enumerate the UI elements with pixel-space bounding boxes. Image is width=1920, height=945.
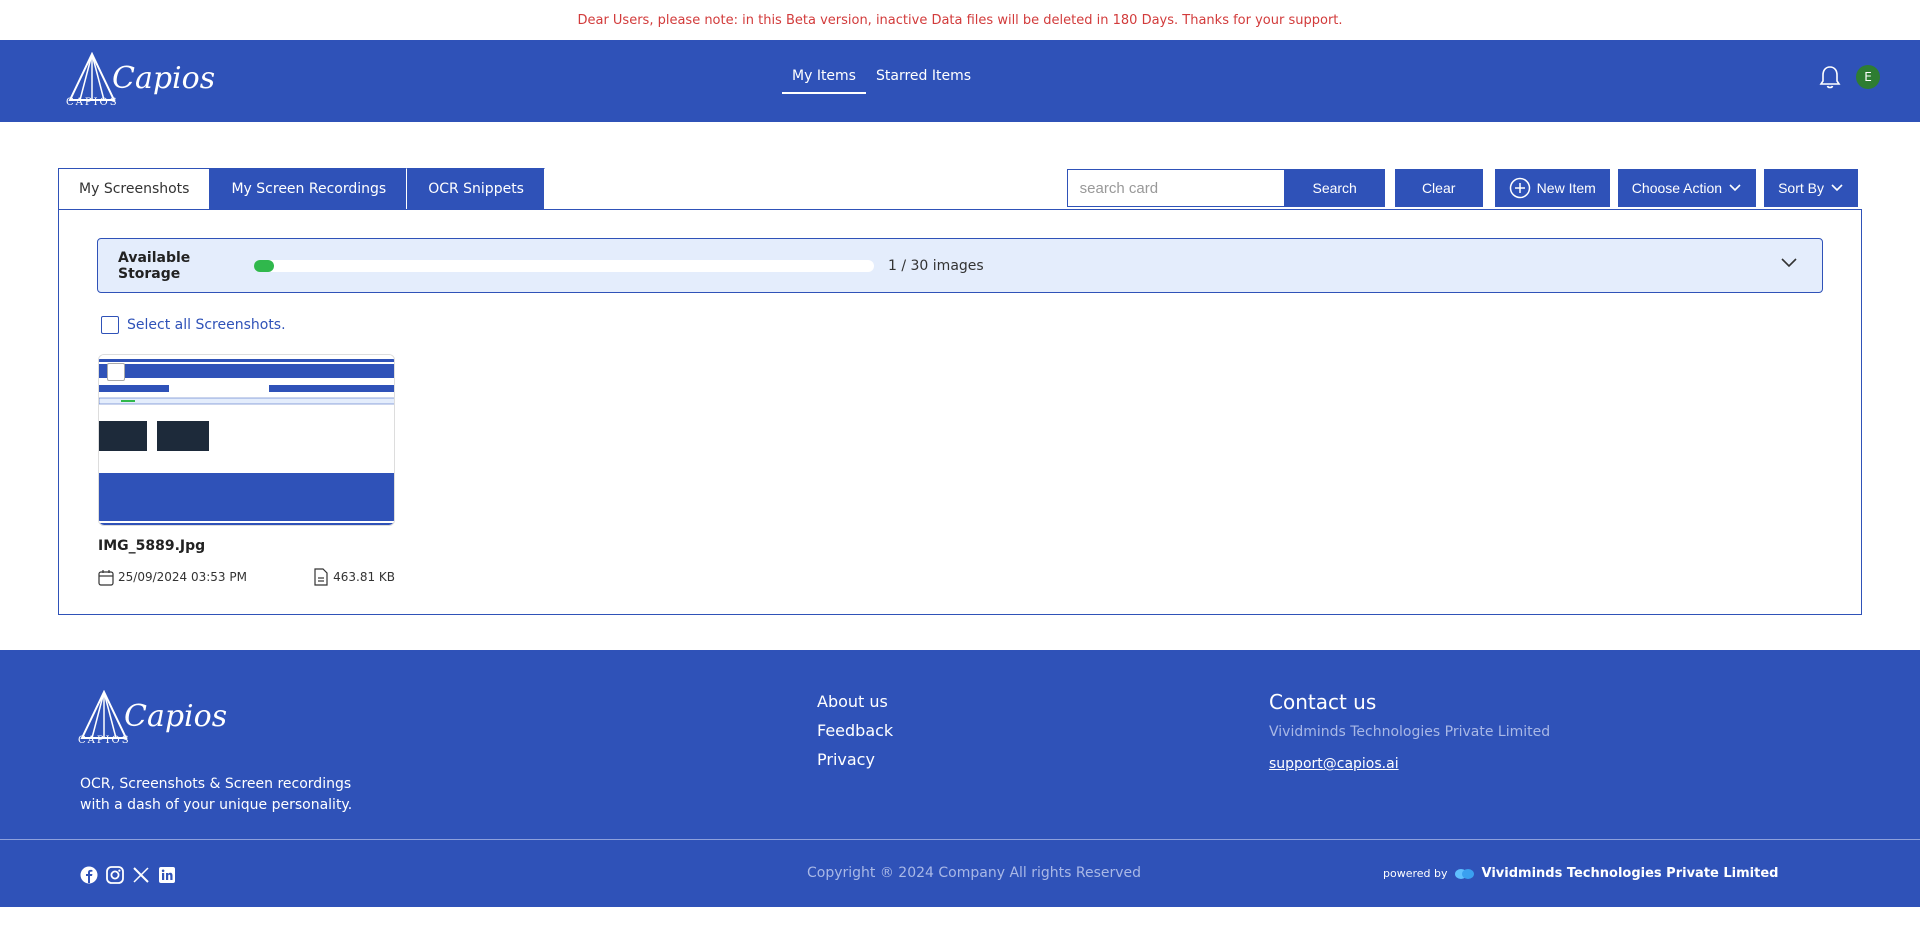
select-all[interactable]: Select all Screenshots. — [101, 316, 286, 334]
card-size: 463.81 KB — [313, 568, 395, 586]
tab-my-screen-recordings[interactable]: My Screen Recordings — [210, 168, 408, 210]
sort-by-dropdown[interactable]: Sort By — [1764, 169, 1858, 207]
card-title[interactable]: IMG_5889.Jpg — [98, 538, 395, 554]
footer-tagline: OCR, Screenshots & Screen recordings wit… — [80, 776, 353, 813]
chevron-down-icon — [1729, 184, 1741, 192]
contact-company: Vividminds Technologies Private Limited — [1269, 724, 1551, 740]
facebook-icon[interactable] — [80, 866, 98, 884]
tab-my-screenshots[interactable]: My Screenshots — [58, 168, 211, 210]
new-item-label: New Item — [1536, 180, 1596, 196]
powered-by-company[interactable]: Vividminds Technologies Private Limited — [1482, 866, 1779, 881]
nav-starred-items[interactable]: Starred Items — [866, 66, 981, 94]
storage-label: Available Storage — [118, 249, 191, 282]
beta-notice-text: Dear Users, please note: in this Beta ve… — [577, 12, 1343, 28]
plus-circle-icon — [1509, 177, 1530, 199]
storage-progress-fill — [254, 259, 275, 272]
footer-contact: Contact us Vividminds Technologies Priva… — [1269, 690, 1550, 772]
vividminds-logo-icon — [1454, 868, 1474, 879]
footer-links: About us Feedback Privacy — [817, 692, 893, 769]
card-checkbox[interactable] — [107, 363, 125, 381]
chevron-down-icon[interactable] — [1780, 257, 1798, 269]
instagram-icon[interactable] — [106, 866, 124, 884]
beta-notice-banner: Dear Users, please note: in this Beta ve… — [0, 0, 1920, 40]
search-input[interactable] — [1066, 169, 1285, 207]
header-actions: E — [1818, 64, 1880, 90]
logo-wordmark: Capios — [112, 61, 216, 96]
chevron-down-icon — [1831, 184, 1843, 192]
linkedin-icon[interactable] — [158, 866, 176, 884]
select-all-checkbox[interactable] — [101, 316, 119, 334]
main-content: My Screenshots My Screen Recordings OCR … — [0, 122, 1920, 650]
footer-link-privacy[interactable]: Privacy — [817, 750, 893, 769]
powered-by-label: powered by — [1383, 867, 1448, 880]
card-meta: 25/09/2024 03:53 PM 463.81 KB — [98, 568, 395, 586]
file-icon — [314, 568, 328, 586]
footer-logo-subtext: CAPIOS — [78, 735, 131, 746]
top-header: Capios CAPIOS My Items Starred Items E — [0, 40, 1920, 122]
storage-count: 1 / 30 images — [888, 257, 984, 274]
card-date-text: 25/09/2024 03:53 PM — [118, 570, 247, 584]
toolbar: Search Clear New Item Choose Action Sort… — [1066, 169, 1858, 207]
clear-button[interactable]: Clear — [1394, 169, 1483, 207]
calendar-icon — [98, 569, 114, 586]
choose-action-label: Choose Action — [1631, 180, 1723, 196]
choose-action-dropdown[interactable]: Choose Action — [1617, 169, 1757, 207]
screenshot-thumbnail[interactable] — [98, 354, 395, 526]
x-twitter-icon[interactable] — [132, 866, 150, 884]
storage-progress-bar — [254, 259, 874, 272]
screenshot-card[interactable]: IMG_5889.Jpg 25/09/2024 03:53 PM 463.81 … — [98, 354, 395, 586]
main-nav: My Items Starred Items — [782, 66, 981, 94]
logo-subtext: CAPIOS — [66, 97, 119, 108]
user-avatar[interactable]: E — [1856, 65, 1880, 89]
nav-my-items[interactable]: My Items — [782, 66, 866, 94]
capios-logo[interactable]: Capios CAPIOS — [66, 52, 216, 108]
contact-title: Contact us — [1269, 690, 1377, 714]
bell-icon[interactable] — [1818, 64, 1842, 90]
powered-by: powered by Vividminds Technologies Priva… — [1383, 866, 1778, 881]
footer-link-feedback[interactable]: Feedback — [817, 721, 893, 740]
thumbnail-image — [99, 355, 394, 525]
card-size-text: 463.81 KB — [333, 570, 395, 584]
search-button[interactable]: Search — [1284, 169, 1385, 207]
sort-by-label: Sort By — [1778, 180, 1824, 196]
item-tabs: My Screenshots My Screen Recordings OCR … — [58, 168, 545, 210]
footer-link-about[interactable]: About us — [817, 692, 893, 711]
tab-ocr-snippets[interactable]: OCR Snippets — [407, 168, 545, 210]
social-links — [80, 866, 176, 884]
footer-logo[interactable]: Capios CAPIOS — [78, 690, 228, 746]
storage-summary[interactable]: Available Storage 1 / 30 images — [97, 238, 1823, 293]
footer-logo-wordmark: Capios — [124, 699, 228, 734]
copyright-text: Copyright ® 2024 Company All rights Rese… — [807, 865, 1142, 881]
new-item-button[interactable]: New Item — [1494, 169, 1610, 207]
footer: Capios CAPIOS OCR, Screenshots & Screen … — [0, 650, 1920, 907]
footer-divider — [0, 839, 1920, 840]
card-date: 25/09/2024 03:53 PM — [98, 568, 247, 586]
select-all-label: Select all Screenshots. — [127, 317, 286, 333]
contact-email-link[interactable]: support@capios.ai — [1269, 756, 1550, 772]
